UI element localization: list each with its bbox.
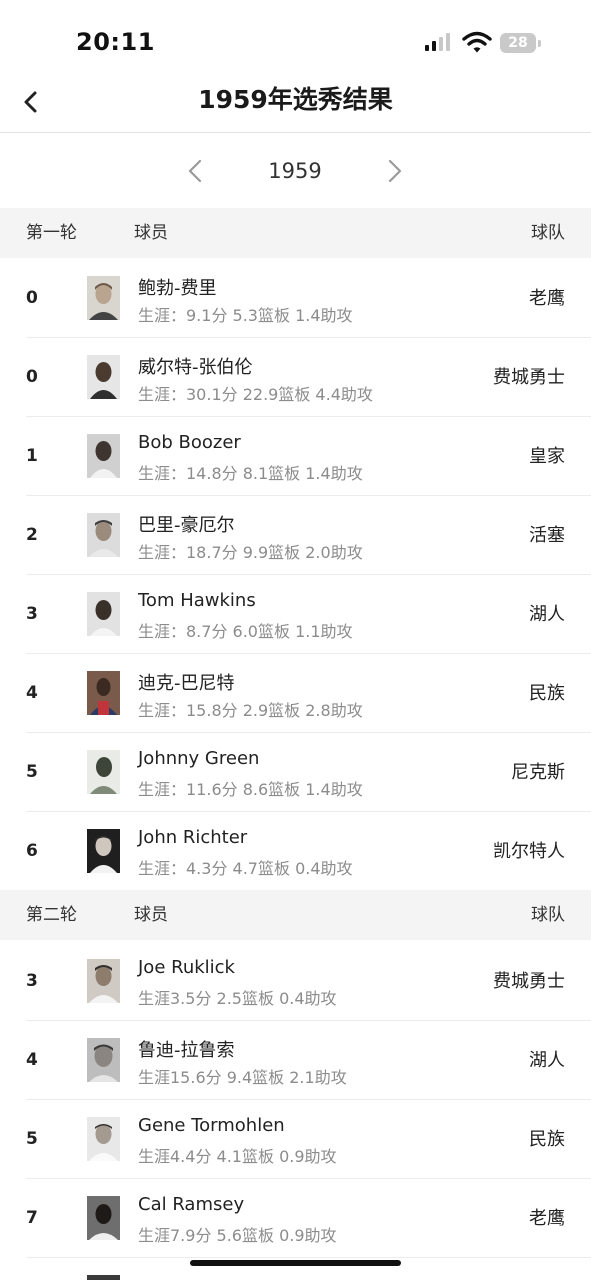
- pick-number: 5: [26, 762, 38, 782]
- round-header: 第一轮 球员 球队: [0, 208, 591, 258]
- draft-pick-row[interactable]: 7 Cal Ramsey 生涯7.9分 5.6篮板 0.9助攻 老鹰: [0, 1179, 591, 1258]
- selected-year: 1959: [268, 159, 322, 183]
- battery-icon: 28: [500, 33, 542, 53]
- player-name: Bob Boozer: [138, 432, 241, 453]
- player-career-stats: 生涯：4.3分 4.7篮板 0.4助攻: [138, 859, 353, 878]
- round-label: 第一轮: [26, 223, 77, 243]
- nav-bar: 1959年选秀结果: [0, 72, 591, 132]
- player-name: Johnny Green: [138, 748, 260, 769]
- draft-pick-row[interactable]: 5 Gene Tormohlen 生涯4.4分 4.1篮板 0.9助攻 民族: [0, 1100, 591, 1179]
- player-name: John Richter: [138, 827, 248, 848]
- player-career-stats: 生涯：8.7分 6.0篮板 1.1助攻: [138, 622, 353, 641]
- team-name: 湖人: [529, 1050, 565, 1071]
- team-name: 皇家: [529, 446, 565, 467]
- team-name: 湖人: [529, 604, 565, 625]
- team-name: 民族: [529, 1129, 565, 1150]
- player-name: Cal Ramsey: [138, 1194, 245, 1215]
- battery-level: 28: [508, 35, 528, 51]
- player-name: Tom Hawkins: [138, 590, 256, 611]
- player-avatar: [87, 829, 120, 873]
- team-name: 费城勇士: [493, 367, 565, 388]
- player-name: 鲁迪-拉鲁索: [138, 1040, 235, 1061]
- team-name: 凯尔特人: [493, 841, 565, 862]
- player-column-header: 球员: [134, 223, 168, 243]
- player-name: 鲍勃-费里: [138, 278, 217, 299]
- team-column-header: 球队: [531, 223, 565, 243]
- back-button[interactable]: [14, 84, 50, 120]
- status-bar: 20:11 28: [0, 0, 591, 80]
- player-career-stats: 生涯：30.1分 22.9篮板 4.4助攻: [138, 385, 373, 404]
- draft-pick-row[interactable]: 1 Bob Boozer 生涯：14.8分 8.1篮板 1.4助攻 皇家: [0, 417, 591, 496]
- player-career-stats: 生涯：9.1分 5.3篮板 1.4助攻: [138, 306, 353, 325]
- player-name: 威尔特-张伯伦: [138, 357, 253, 378]
- player-career-stats: 生涯4.4分 4.1篮板 0.9助攻: [138, 1147, 337, 1166]
- team-name: 民族: [529, 683, 565, 704]
- player-name: Joe Ruklick: [138, 957, 235, 978]
- status-time: 20:11: [76, 28, 155, 56]
- player-avatar: [87, 276, 120, 320]
- player-career-stats: 生涯3.5分 2.5篮板 0.4助攻: [138, 989, 337, 1008]
- player-avatar: [87, 1038, 120, 1082]
- round-header: 第二轮 球员 球队: [0, 890, 591, 940]
- draft-pick-row[interactable]: 6 John Richter 生涯：4.3分 4.7篮板 0.4助攻 凯尔特人: [0, 812, 591, 891]
- player-avatar: [87, 959, 120, 1003]
- pick-number: 4: [26, 1050, 38, 1070]
- player-career-stats: 生涯：11.6分 8.6篮板 1.4助攻: [138, 780, 363, 799]
- player-name: 巴里-豪厄尔: [138, 515, 235, 536]
- draft-pick-row[interactable]: 0 威尔特-张伯伦 生涯：30.1分 22.9篮板 4.4助攻 费城勇士: [0, 338, 591, 417]
- team-name: 尼克斯: [511, 762, 565, 783]
- pick-number: 1: [26, 446, 38, 466]
- player-career-stats: 生涯：18.7分 9.9篮板 2.0助攻: [138, 543, 363, 562]
- round-label: 第二轮: [26, 905, 77, 925]
- home-indicator[interactable]: [190, 1260, 401, 1266]
- draft-pick-row[interactable]: 4 迪克-巴尼特 生涯：15.8分 2.9篮板 2.8助攻 民族: [0, 654, 591, 733]
- player-career-stats: 生涯15.6分 9.4篮板 2.1助攻: [138, 1068, 347, 1087]
- pick-number: 2: [26, 525, 38, 545]
- draft-pick-row[interactable]: 4 鲁迪-拉鲁索 生涯15.6分 9.4篮板 2.1助攻 湖人: [0, 1021, 591, 1100]
- year-selector: 1959: [0, 146, 591, 196]
- pick-number: 6: [26, 841, 38, 861]
- chevron-right-icon: [388, 159, 402, 183]
- pick-number: 5: [26, 1129, 38, 1149]
- player-avatar: [87, 1117, 120, 1161]
- nav-divider: [0, 132, 591, 133]
- player-avatar: [87, 434, 120, 478]
- pick-number: 0: [26, 288, 38, 308]
- pick-number: 4: [26, 683, 38, 703]
- player-avatar: [87, 1196, 120, 1240]
- pick-number: 3: [26, 971, 38, 991]
- team-name: 活塞: [529, 525, 565, 546]
- cellular-signal-icon: [425, 33, 450, 51]
- draft-pick-row[interactable]: 3 Joe Ruklick 生涯3.5分 2.5篮板 0.4助攻 费城勇士: [0, 942, 591, 1021]
- player-career-stats: 生涯：15.8分 2.9篮板 2.8助攻: [138, 701, 363, 720]
- player-avatar: [87, 671, 120, 715]
- team-column-header: 球队: [531, 905, 565, 925]
- prev-year-button[interactable]: [180, 154, 212, 188]
- player-career-stats: 生涯：14.8分 8.1篮板 1.4助攻: [138, 464, 363, 483]
- draft-pick-row[interactable]: 0 鲍勃-费里 生涯：9.1分 5.3篮板 1.4助攻 老鹰: [0, 259, 591, 338]
- player-avatar: [87, 355, 120, 399]
- draft-pick-row[interactable]: 2 巴里-豪厄尔 生涯：18.7分 9.9篮板 2.0助攻 活塞: [0, 496, 591, 575]
- pick-number: 3: [26, 604, 38, 624]
- player-name: Gene Tormohlen: [138, 1115, 285, 1136]
- team-name: 费城勇士: [493, 971, 565, 992]
- pick-number: 7: [26, 1208, 38, 1228]
- player-column-header: 球员: [134, 905, 168, 925]
- draft-pick-row[interactable]: 3 Tom Hawkins 生涯：8.7分 6.0篮板 1.1助攻 湖人: [0, 575, 591, 654]
- team-name: 老鹰: [529, 288, 565, 309]
- wifi-icon: [462, 31, 492, 53]
- team-name: 老鹰: [529, 1208, 565, 1229]
- chevron-left-icon: [24, 91, 37, 113]
- page-title: 1959年选秀结果: [198, 85, 393, 114]
- player-avatar: [87, 513, 120, 557]
- player-name: 迪克-巴尼特: [138, 673, 235, 694]
- draft-pick-row[interactable]: 5 Johnny Green 生涯：11.6分 8.6篮板 1.4助攻 尼克斯: [0, 733, 591, 812]
- chevron-left-icon: [188, 159, 202, 183]
- next-year-button[interactable]: [378, 154, 410, 188]
- pick-number: 0: [26, 367, 38, 387]
- player-avatar: [87, 750, 120, 794]
- player-avatar: [87, 592, 120, 636]
- player-career-stats: 生涯7.9分 5.6篮板 0.9助攻: [138, 1226, 337, 1245]
